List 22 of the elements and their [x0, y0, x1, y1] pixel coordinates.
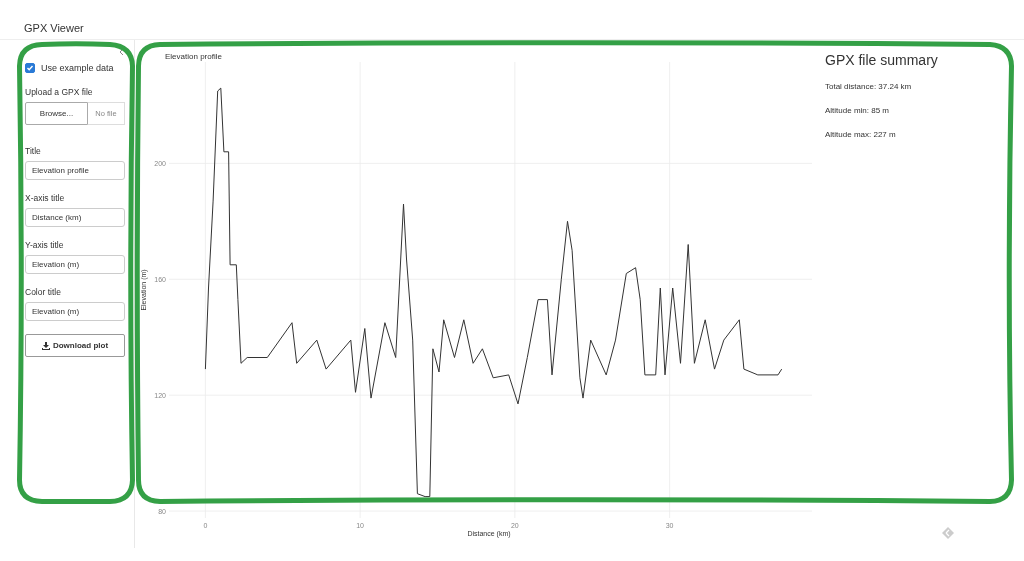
field-label: Title [25, 146, 41, 156]
field-label: Y-axis title [25, 240, 64, 250]
download-icon [41, 341, 50, 350]
summary-title: GPX file summary [825, 52, 938, 68]
checkbox[interactable] [25, 63, 35, 73]
download-button[interactable]: Download plot [25, 334, 125, 357]
summary-line: Total distance: 37.24 km [825, 82, 913, 91]
field-label: Color title [25, 287, 61, 297]
field-label: Upload a GPX file [25, 87, 93, 97]
browse-button[interactable]: Browse... [25, 102, 88, 125]
chevron-left-icon[interactable] [119, 48, 124, 56]
checkbox-label: Use example data [41, 63, 114, 73]
diamond-icon [942, 527, 954, 539]
input-field[interactable]: Distance (km) [25, 208, 125, 227]
app-title: GPX Viewer [24, 22, 84, 34]
summary-line: Altitude min: 85 m [825, 106, 891, 115]
input-field[interactable]: Elevation (m) [25, 255, 125, 274]
summary-line: Altitude max: 227 m [825, 130, 897, 139]
field-label: X-axis title [25, 193, 65, 203]
chart-title: Elevation profile [165, 52, 222, 61]
input-field[interactable]: Elevation profile [25, 161, 125, 180]
input-field[interactable]: Elevation (m) [25, 302, 125, 321]
